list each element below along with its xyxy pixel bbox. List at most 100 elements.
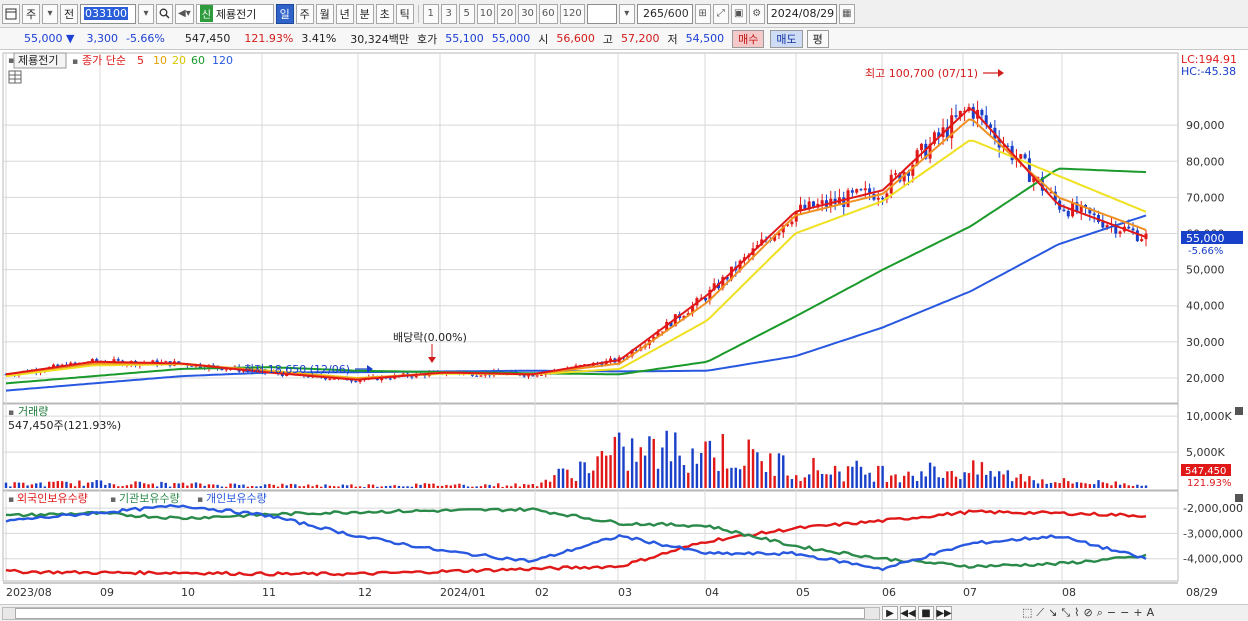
volume-bar [816,470,820,488]
interval-1[interactable]: 1 [422,3,439,24]
candle-body [224,369,228,371]
volume-bar [130,484,133,488]
layout-icon[interactable] [2,3,20,24]
volume-bar [203,485,206,488]
period-minute[interactable]: 분 [355,3,374,24]
volume-bar [557,468,560,488]
shape-tool-icon[interactable]: ⬚ [1022,606,1032,620]
volume-bar [445,484,448,488]
open-label: 시 [538,32,549,46]
volume-bar [583,462,586,488]
eval-button[interactable]: 평 [806,29,829,48]
volume-bar [868,472,871,488]
trend-tool-icon[interactable]: ↘ [1048,606,1057,620]
volume-bar [993,476,997,488]
zoom-in-icon[interactable]: ⊞ [694,3,711,24]
zoom-out-icon[interactable]: − [1107,606,1116,620]
mode-button[interactable]: 주 [22,3,40,24]
volume-bar [125,485,129,488]
legend-individual[interactable]: 개인보유수량 [206,492,267,505]
mode-dropdown-icon[interactable]: ▾ [42,3,58,24]
holding-close-icon[interactable] [1235,494,1243,502]
stock-name-tag[interactable]: 제룡전기 [18,54,58,67]
text-tool-icon[interactable]: ⊘ [1084,606,1093,620]
period-week[interactable]: 주 [295,3,314,24]
volume-bar [410,486,414,488]
volume-bar [518,486,522,488]
interval-30[interactable]: 30 [518,3,537,24]
sell-button[interactable]: 매도 [770,29,803,48]
volume-close-icon[interactable] [1235,407,1243,415]
volume-bar [514,483,517,488]
prev-button[interactable]: 전 [60,3,78,24]
volume-bar [263,484,267,488]
interval-20[interactable]: 20 [497,3,517,24]
chart-area[interactable]: 90,00080,00070,00060,00050,00040,00030,0… [0,51,1248,604]
candle-body [328,378,332,380]
interval-60[interactable]: 60 [538,3,558,24]
period-day[interactable]: 일 [275,3,294,24]
volume-bar [393,485,396,488]
count-input[interactable]: 265 /600 [636,3,693,24]
interval-10[interactable]: 10 [476,3,496,24]
volume-bar [52,481,55,488]
wave-tool-icon[interactable]: ⌇ [1074,606,1079,620]
rewind-icon[interactable]: ◀◀ [900,606,916,620]
volume-bar [1006,470,1010,488]
volume-bar [1136,484,1139,488]
interval-dropdown-icon[interactable]: ▾ [618,3,635,24]
code-dropdown-icon[interactable]: ▾ [138,3,154,24]
navigation-controls: ▶ ◀◀ ■ ▶▶ [882,606,952,620]
scroll-thumb[interactable] [15,608,865,619]
tools-icon[interactable]: ⤢ [712,3,729,24]
buy-button[interactable]: 매수 [732,29,765,48]
gear-icon[interactable]: ⚙ [748,3,765,24]
fib-tool-icon[interactable]: ⤡ [1061,606,1070,620]
panel-menu-icon[interactable]: ▪ [8,56,14,66]
period-second[interactable]: 초 [375,3,394,24]
volume-bar [535,486,539,488]
search-icon[interactable] [156,3,173,24]
volume-bar [1118,484,1122,488]
interval-3[interactable]: 3 [440,3,457,24]
volume-bar [1114,481,1117,488]
volume-bar [1058,482,1061,488]
font-size-icon[interactable]: A [1147,606,1155,620]
zoom-reset-icon[interactable]: − [1120,606,1129,620]
line-tool-icon[interactable]: ⟋ [1036,606,1044,620]
volume-bar [548,481,552,488]
period-tick[interactable]: 틱 [395,3,414,24]
legend-institution[interactable]: 기관보유수량 [119,492,180,505]
interval-5[interactable]: 5 [458,3,475,24]
candle-body [1023,154,1027,159]
save-icon[interactable]: ▣ [730,3,747,24]
volume-bar [337,486,340,488]
volume-bar [121,486,124,488]
volume-bar [363,487,366,488]
stop-icon[interactable]: ■ [918,606,934,620]
stock-code-input[interactable]: 033100 [80,3,136,24]
date-input[interactable]: 2024/08/29 [766,3,837,24]
speaker-icon[interactable]: ◀▾ [175,3,194,24]
period-month[interactable]: 월 [315,3,334,24]
volume-bar [1110,485,1113,488]
volume-bar [1010,481,1014,488]
volume-bar [242,484,245,488]
volume-bar [164,482,167,488]
stock-chart-svg[interactable]: 90,00080,00070,00060,00050,00040,00030,0… [0,51,1248,604]
legend-foreign[interactable]: 외국인보유수량 [17,492,88,505]
zoom-plus-icon[interactable]: + [1133,606,1142,620]
interval-custom-input[interactable] [586,3,617,24]
scroll-right-icon[interactable]: ▶ [882,606,898,620]
horizontal-scrollbar[interactable] [2,607,880,620]
volume-title[interactable]: 거래량 [18,405,48,418]
price-axis-tick: 30,000 [1186,336,1225,349]
stock-name-box[interactable]: 신 제룡전기 [195,3,274,24]
interval-120[interactable]: 120 [559,3,585,24]
price-axis-tick: 50,000 [1186,264,1225,277]
volume-bar [237,485,241,488]
fast-forward-icon[interactable]: ▶▶ [936,606,952,620]
calendar-icon[interactable]: ▦ [838,3,855,24]
magnify-icon[interactable]: ⌕ [1097,606,1103,620]
period-year[interactable]: 년 [335,3,354,24]
